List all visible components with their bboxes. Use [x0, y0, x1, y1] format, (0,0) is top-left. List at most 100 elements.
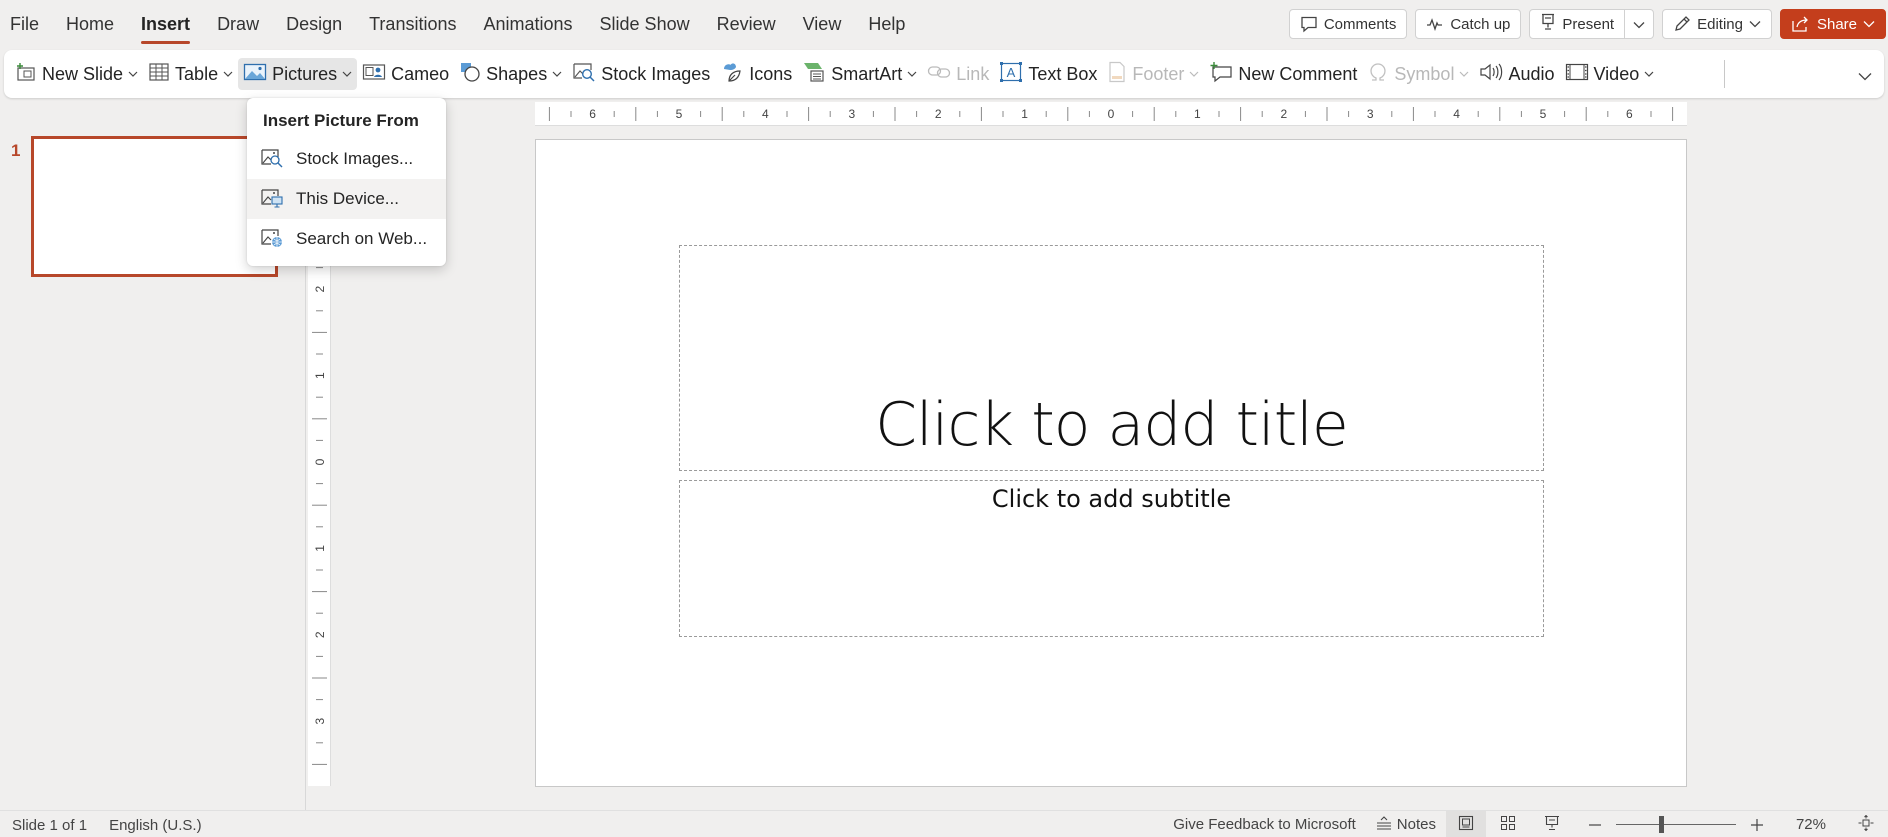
- zoom-out-button[interactable]: [1574, 811, 1608, 837]
- menu-item-search-web[interactable]: Search on Web...: [247, 219, 446, 259]
- zoom-in-button[interactable]: [1744, 811, 1778, 837]
- ruler-label: 2: [313, 286, 327, 293]
- pictures-label: Pictures: [272, 63, 338, 84]
- menu-item-this-device[interactable]: This Device...: [247, 179, 446, 219]
- chevron-down-icon: [128, 71, 138, 77]
- fit-to-window-button[interactable]: [1844, 811, 1888, 837]
- this-device-icon: [260, 186, 284, 213]
- slide-sorter-button[interactable]: [1486, 811, 1530, 837]
- zoom-slider[interactable]: [1615, 811, 1736, 837]
- tab-insert[interactable]: Insert: [141, 12, 191, 44]
- new-comment-icon: [1209, 61, 1233, 88]
- smartart-button[interactable]: SmartArt: [797, 58, 922, 90]
- ribbon-expand-button[interactable]: [1858, 68, 1872, 86]
- pencil-icon: [1673, 15, 1691, 33]
- ruler-label: 1: [1021, 107, 1028, 121]
- title-placeholder-text: Click to add title: [875, 390, 1349, 460]
- ruler-label: 5: [676, 107, 683, 121]
- pictures-button[interactable]: Pictures: [238, 58, 358, 90]
- tab-design[interactable]: Design: [286, 12, 342, 38]
- notes-button[interactable]: Notes: [1366, 811, 1446, 837]
- zoom-slider-thumb[interactable]: [1659, 816, 1665, 833]
- menu-item-stock-images[interactable]: Stock Images...: [247, 139, 446, 179]
- feedback-label: Give Feedback to Microsoft: [1173, 816, 1356, 833]
- shapes-label: Shapes: [486, 63, 548, 84]
- tab-bar: File Home Insert Draw Design Transitions…: [0, 0, 1888, 48]
- tab-home[interactable]: Home: [66, 12, 114, 38]
- presenter-icon: [1544, 815, 1560, 835]
- feedback-link[interactable]: Give Feedback to Microsoft: [1163, 811, 1366, 837]
- link-icon: [927, 64, 951, 85]
- tab-file[interactable]: File: [10, 12, 39, 38]
- video-button[interactable]: Video: [1560, 58, 1660, 90]
- ruler-label: 4: [762, 107, 769, 121]
- tab-animations[interactable]: Animations: [483, 12, 572, 38]
- new-slide-label: New Slide: [42, 63, 124, 84]
- chevron-down-icon: [907, 71, 917, 77]
- text-box-icon: A: [999, 61, 1023, 88]
- new-comment-button[interactable]: New Comment: [1204, 58, 1362, 90]
- normal-view-button[interactable]: [1445, 811, 1486, 837]
- plus-icon: [1750, 818, 1763, 831]
- ruler-label: 1: [313, 372, 327, 379]
- chevron-down-icon: [1644, 71, 1654, 77]
- tab-transitions[interactable]: Transitions: [369, 12, 456, 38]
- fit-slide-icon: [1858, 814, 1874, 835]
- footer-label: Footer: [1132, 63, 1185, 84]
- language-indicator[interactable]: English (U.S.): [109, 817, 202, 834]
- omega-icon: [1367, 61, 1389, 88]
- horizontal-ruler: 6 5 4 3 2 1 0 1 2 3 4 5 6: [535, 102, 1687, 126]
- share-label: Share: [1816, 15, 1857, 33]
- icons-button[interactable]: Icons: [715, 58, 797, 90]
- menu-header: Insert Picture From: [263, 111, 419, 130]
- text-box-button[interactable]: A Text Box: [994, 58, 1102, 90]
- tab-help[interactable]: Help: [868, 12, 905, 38]
- slide-number: 1: [11, 141, 21, 160]
- symbol-label: Symbol: [1394, 63, 1455, 84]
- editing-label: Editing: [1697, 15, 1743, 33]
- tab-view[interactable]: View: [803, 12, 842, 38]
- chevron-down-icon: [223, 71, 233, 77]
- tab-slide-show[interactable]: Slide Show: [600, 12, 690, 38]
- slide-canvas: Click to add title Click to add subtitle: [535, 139, 1687, 787]
- new-slide-icon: [15, 62, 37, 87]
- reading-view-button[interactable]: [1530, 811, 1574, 837]
- search-web-icon: [260, 226, 284, 253]
- table-button[interactable]: Table: [143, 58, 238, 90]
- presenter-icon: [1540, 13, 1556, 35]
- ruler-label: 1: [313, 545, 327, 552]
- slide-thumbnail[interactable]: [31, 136, 278, 277]
- subtitle-placeholder[interactable]: Click to add subtitle: [679, 480, 1544, 637]
- pulse-icon: [1426, 17, 1444, 31]
- audio-button[interactable]: Audio: [1474, 58, 1559, 90]
- footer-button[interactable]: Footer: [1102, 58, 1204, 90]
- cameo-button[interactable]: Cameo: [357, 58, 454, 90]
- present-options-button[interactable]: [1624, 10, 1653, 38]
- tab-draw[interactable]: Draw: [217, 12, 259, 38]
- share-icon: [1791, 15, 1811, 33]
- tab-review[interactable]: Review: [717, 12, 776, 38]
- chevron-down-icon: [1633, 16, 1645, 33]
- stock-images-label: Stock Images: [601, 63, 711, 84]
- editing-mode-button[interactable]: Editing: [1662, 9, 1772, 39]
- minus-icon: [1588, 823, 1601, 826]
- catch-up-button[interactable]: Catch up: [1415, 9, 1522, 39]
- symbol-button[interactable]: Symbol: [1362, 58, 1474, 90]
- new-slide-button[interactable]: New Slide: [10, 58, 143, 90]
- ruler-label: 3: [313, 718, 327, 725]
- zoom-level[interactable]: 72%: [1778, 811, 1844, 837]
- ruler-label: 6: [1626, 107, 1633, 121]
- shapes-button[interactable]: Shapes: [454, 58, 567, 90]
- comments-button[interactable]: Comments: [1288, 9, 1408, 39]
- svg-text:A: A: [1007, 65, 1016, 80]
- catch-up-label: Catch up: [1450, 15, 1511, 33]
- present-button[interactable]: Present: [1530, 10, 1624, 38]
- link-button[interactable]: Link: [922, 58, 994, 90]
- stock-images-button[interactable]: Stock Images: [567, 58, 715, 90]
- new-comment-label: New Comment: [1238, 63, 1358, 84]
- ruler-label: 3: [848, 107, 855, 121]
- subtitle-placeholder-text: Click to add subtitle: [991, 485, 1232, 513]
- comment-icon: [1300, 15, 1318, 33]
- share-button[interactable]: Share: [1779, 9, 1886, 39]
- title-placeholder[interactable]: Click to add title: [679, 245, 1544, 471]
